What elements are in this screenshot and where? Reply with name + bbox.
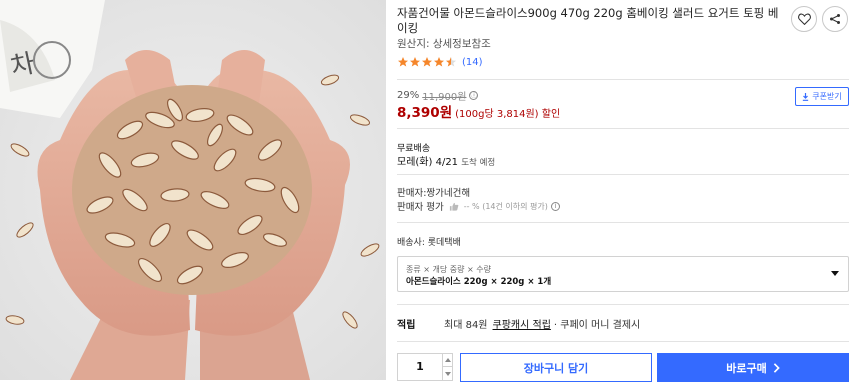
option-label: 종류 × 개당 중량 × 수량 [406, 265, 492, 274]
option-select[interactable]: 종류 × 개당 중량 × 수량 아몬드슬라이스 220g × 220g × 1개 [397, 256, 849, 292]
share-icon [830, 14, 840, 24]
divider [397, 304, 849, 305]
rating-count[interactable]: (14) [462, 57, 483, 68]
product-title: 자품건어물 아몬드슬라이스900g 470g 220g 홈베이킹 샐러드 요거트… [397, 6, 779, 35]
info-icon[interactable]: i [550, 201, 560, 211]
product-info-panel: 자품건어물 아몬드슬라이스900g 470g 220g 홈베이킹 샐러드 요거트… [397, 0, 849, 388]
cash-suffix: · 쿠페이 머니 결제시 [553, 320, 641, 331]
caret-up-icon [445, 358, 451, 362]
product-origin: 원산지: 상세정보참조 [397, 38, 491, 50]
quantity-stepper[interactable]: 1 [397, 353, 453, 381]
star-icon [434, 57, 444, 67]
caret-down-icon [831, 271, 839, 276]
delivery-date: 모레(화) 4/21 [397, 157, 459, 168]
caret-down-icon [445, 371, 451, 376]
product-image[interactable]: 차 [0, 0, 386, 380]
seller-rating-label: 판매자 평가 [397, 202, 444, 213]
info-icon[interactable]: ⓘ [469, 91, 479, 100]
shipping-date: 모레(화) 4/21 도착 예정 [397, 153, 495, 168]
buy-now-button[interactable]: 바로구매 [657, 353, 849, 382]
cash-prefix: 최대 84원 [444, 320, 488, 331]
delivery-note: 도착 예정 [461, 158, 496, 168]
star-icon [410, 57, 420, 67]
share-button[interactable] [822, 6, 848, 32]
half-star-icon [446, 57, 456, 67]
download-icon [803, 92, 809, 101]
cash-label: 적립 [397, 320, 416, 331]
cash-link[interactable]: 쿠팡캐시 적립 [493, 316, 551, 331]
unit-price: (100g당 3,814원) 할인 [455, 109, 561, 120]
sale-price-row: 8,390원 (100g당 3,814원) 할인 [397, 101, 560, 121]
heart-icon [797, 13, 811, 25]
divider [397, 128, 849, 129]
divider [397, 222, 849, 223]
cash-reward-row: 적립 최대 84원 쿠팡캐시 적립 · 쿠페이 머니 결제시 [397, 316, 640, 331]
coupon-button[interactable]: 쿠폰받기 [795, 87, 849, 106]
option-value: 아몬드슬라이스 220g × 220g × 1개 [406, 277, 552, 287]
chevron-right-icon [773, 362, 780, 373]
quantity-value[interactable]: 1 [398, 354, 442, 380]
coupon-label: 쿠폰받기 [812, 92, 842, 101]
seller-rating-note: -- % (14건 이하의 평가) [463, 201, 548, 211]
divider [397, 341, 849, 342]
star-icon [398, 57, 408, 67]
buy-now-label: 바로구매 [726, 361, 767, 375]
wishlist-button[interactable] [791, 6, 817, 32]
sale-price: 8,390원 [397, 105, 453, 121]
carrier: 배송사: 롯데택배 [397, 238, 461, 248]
quantity-decrease-button[interactable] [442, 367, 453, 380]
star-icon [422, 57, 432, 67]
seller-name[interactable]: 판매자:짱가네건해 [397, 185, 470, 199]
rating-stars [397, 56, 457, 68]
seller-rating: 판매자 평가 -- % (14건 이하의 평가) i [397, 199, 560, 213]
thumbs-up-icon [449, 202, 459, 211]
add-to-cart-button[interactable]: 장바구니 담기 [460, 353, 652, 382]
discount-rate: 29% [397, 90, 420, 101]
quantity-increase-button[interactable] [442, 354, 453, 367]
divider [397, 79, 849, 80]
product-rating[interactable]: (14) [397, 56, 483, 68]
divider [397, 174, 849, 175]
add-to-cart-label: 장바구니 담기 [523, 361, 589, 375]
product-photo-illustration: 차 [0, 0, 386, 380]
